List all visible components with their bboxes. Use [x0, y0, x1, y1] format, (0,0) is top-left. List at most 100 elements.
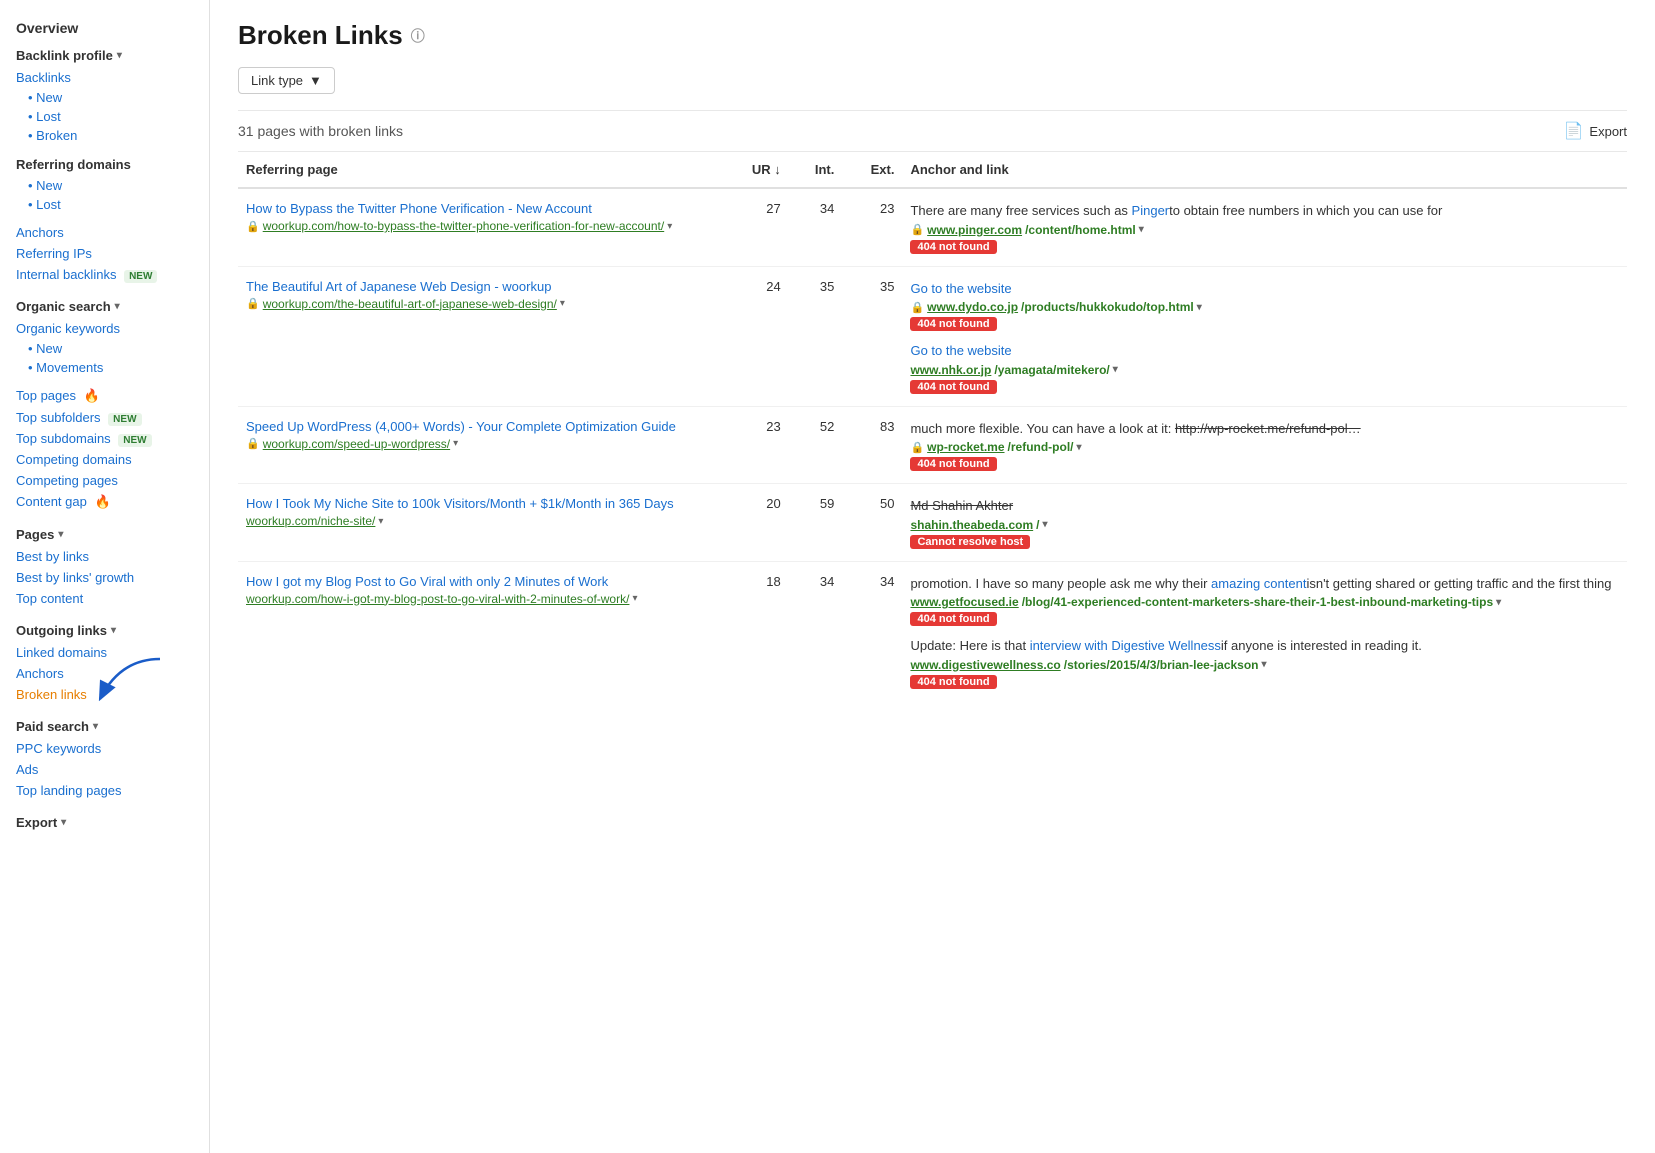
- int-value: 59: [789, 484, 843, 562]
- anchor-hyperlink[interactable]: interview with Digestive Wellness: [1030, 638, 1221, 653]
- anchor-link-cell: Go to the website🔒www.dydo.co.jp/product…: [902, 266, 1627, 406]
- url-dropdown-arrow[interactable]: ▾: [667, 221, 672, 232]
- url-dropdown-arrow[interactable]: ▾: [632, 593, 637, 604]
- broken-url-dropdown-arrow[interactable]: ▾: [1043, 519, 1048, 530]
- sidebar-item-best-by-links-growth[interactable]: Best by links' growth: [0, 567, 209, 588]
- anchor-link-cell: There are many free services such as Pin…: [902, 188, 1627, 266]
- ext-value: 34: [842, 561, 902, 701]
- referring-page-url-text[interactable]: woorkup.com/the-beautiful-art-of-japanes…: [263, 297, 557, 311]
- broken-url-domain[interactable]: wp-rocket.me: [927, 440, 1004, 454]
- error-badge: 404 not found: [910, 317, 996, 331]
- sidebar-item-internal-backlinks[interactable]: Internal backlinks NEW: [0, 264, 209, 285]
- error-badge: 404 not found: [910, 240, 996, 254]
- sidebar-item-content-gap[interactable]: Content gap 🔥: [0, 491, 209, 513]
- sidebar-item-broken-links[interactable]: Broken links: [0, 684, 209, 705]
- sidebar-item-outgoing-anchors[interactable]: Anchors: [0, 663, 209, 684]
- export-icon: 📄: [1564, 121, 1584, 141]
- sidebar-item-top-subfolders[interactable]: Top subfolders NEW: [0, 407, 209, 428]
- referring-page-url-text[interactable]: woorkup.com/how-i-got-my-blog-post-to-go…: [246, 592, 629, 606]
- filter-bar: Link type ▼: [238, 67, 1627, 94]
- broken-url-domain[interactable]: www.nhk.or.jp: [910, 363, 991, 377]
- sidebar-item-top-pages[interactable]: Top pages 🔥: [0, 385, 209, 407]
- table-row: Speed Up WordPress (4,000+ Words) - Your…: [238, 406, 1627, 484]
- sidebar-item-organic-keywords[interactable]: Organic keywords: [0, 318, 209, 339]
- broken-url-domain[interactable]: www.pinger.com: [927, 223, 1022, 237]
- sidebar-item-backlinks-broken[interactable]: Broken: [0, 126, 209, 145]
- broken-url-domain[interactable]: www.digestivewellness.co: [910, 658, 1060, 672]
- export-label: Export: [16, 815, 57, 830]
- sidebar-item-linked-domains[interactable]: Linked domains: [0, 642, 209, 663]
- int-value: 34: [789, 188, 843, 266]
- anchor-link-cell: Md Shahin Akhtershahin.theabeda.com/ ▾Ca…: [902, 484, 1627, 562]
- pages-label: Pages: [16, 527, 54, 542]
- anchor-hyperlink[interactable]: Go to the website: [910, 343, 1011, 358]
- referring-page-url-text[interactable]: woorkup.com/speed-up-wordpress/: [263, 437, 450, 451]
- broken-url-dropdown-arrow[interactable]: ▾: [1262, 659, 1267, 670]
- sidebar-item-organic-new[interactable]: New: [0, 339, 209, 358]
- extra-link-block: Update: Here is that interview with Dige…: [910, 636, 1619, 689]
- sidebar-overview: Overview: [0, 16, 209, 40]
- ur-value: 18: [721, 561, 789, 701]
- sidebar-item-referring-lost[interactable]: Lost: [0, 195, 209, 214]
- paid-search-arrow: ▾: [93, 721, 98, 732]
- sidebar-item-top-content[interactable]: Top content: [0, 588, 209, 609]
- referring-page-title[interactable]: How to Bypass the Twitter Phone Verifica…: [246, 201, 713, 216]
- referring-page-url-text[interactable]: woorkup.com/niche-site/: [246, 514, 375, 528]
- broken-url-line: www.nhk.or.jp/yamagata/mitekero/ ▾: [910, 363, 1619, 377]
- url-dropdown-arrow[interactable]: ▾: [453, 438, 458, 449]
- broken-url-lock-icon: 🔒: [910, 441, 924, 454]
- broken-url-domain[interactable]: shahin.theabeda.com: [910, 518, 1033, 532]
- sidebar-item-competing-pages[interactable]: Competing pages: [0, 470, 209, 491]
- sidebar-item-organic-movements[interactable]: Movements: [0, 358, 209, 377]
- sidebar-item-referring-ips[interactable]: Referring IPs: [0, 243, 209, 264]
- anchor-hyperlink[interactable]: Go to the website: [910, 281, 1011, 296]
- referring-page-title[interactable]: How I got my Blog Post to Go Viral with …: [246, 574, 713, 589]
- lock-icon: 🔒: [246, 297, 260, 310]
- table-row: How to Bypass the Twitter Phone Verifica…: [238, 188, 1627, 266]
- broken-url-path: /stories/2015/4/3/brian-lee-jackson: [1064, 658, 1259, 672]
- referring-page-title[interactable]: The Beautiful Art of Japanese Web Design…: [246, 279, 713, 294]
- top-pages-fire-icon: 🔥: [84, 388, 100, 403]
- organic-search-label: Organic search: [16, 299, 111, 314]
- sidebar-item-referring-new[interactable]: New: [0, 176, 209, 195]
- col-ur[interactable]: UR ↓: [721, 152, 789, 188]
- broken-url-dropdown-arrow[interactable]: ▾: [1197, 302, 1202, 313]
- url-dropdown-arrow[interactable]: ▾: [560, 298, 565, 309]
- url-dropdown-arrow[interactable]: ▾: [378, 516, 383, 527]
- paid-search-label: Paid search: [16, 719, 89, 734]
- export-button[interactable]: 📄 Export: [1564, 121, 1628, 141]
- sidebar-item-anchors[interactable]: Anchors: [0, 222, 209, 243]
- broken-url-dropdown-arrow[interactable]: ▾: [1139, 224, 1144, 235]
- broken-url-lock-icon: 🔒: [910, 301, 924, 314]
- sidebar-item-backlinks[interactable]: Backlinks: [0, 67, 209, 88]
- anchor-hyperlink[interactable]: Pinger: [1132, 203, 1170, 218]
- sidebar-item-top-subdomains[interactable]: Top subdomains NEW: [0, 428, 209, 449]
- sidebar-item-competing-domains[interactable]: Competing domains: [0, 449, 209, 470]
- sidebar-item-ads[interactable]: Ads: [0, 759, 209, 780]
- broken-links-table: Referring page UR ↓ Int. Ext. Anchor and…: [238, 152, 1627, 701]
- sidebar-item-backlinks-new[interactable]: New: [0, 88, 209, 107]
- sidebar-item-ppc-keywords[interactable]: PPC keywords: [0, 738, 209, 759]
- info-icon[interactable]: ⓘ: [411, 26, 425, 46]
- sidebar-item-best-by-links[interactable]: Best by links: [0, 546, 209, 567]
- overview-label[interactable]: Overview: [16, 20, 78, 36]
- broken-url-domain[interactable]: www.getfocused.ie: [910, 595, 1018, 609]
- page-title: Broken Links ⓘ: [238, 20, 1627, 51]
- referring-page-url: woorkup.com/niche-site/ ▾: [246, 514, 713, 528]
- anchor-hyperlink[interactable]: amazing content: [1211, 576, 1306, 591]
- sidebar-item-top-landing-pages[interactable]: Top landing pages: [0, 780, 209, 801]
- broken-url-dropdown-arrow[interactable]: ▾: [1077, 442, 1082, 453]
- referring-page-url-text[interactable]: woorkup.com/how-to-bypass-the-twitter-ph…: [263, 219, 665, 233]
- link-type-filter[interactable]: Link type ▼: [238, 67, 335, 94]
- error-badge: 404 not found: [910, 457, 996, 471]
- broken-url-domain[interactable]: www.dydo.co.jp: [927, 300, 1018, 314]
- referring-page-title[interactable]: Speed Up WordPress (4,000+ Words) - Your…: [246, 419, 713, 434]
- sidebar-item-backlinks-lost[interactable]: Lost: [0, 107, 209, 126]
- broken-url-dropdown-arrow[interactable]: ▾: [1113, 364, 1118, 375]
- paid-search-header: Paid search ▾: [0, 711, 209, 738]
- lock-icon: 🔒: [246, 437, 260, 450]
- referring-domains-header: Referring domains: [0, 149, 209, 176]
- broken-url-dropdown-arrow[interactable]: ▾: [1496, 597, 1501, 608]
- anchor-link-cell: much more flexible. You can have a look …: [902, 406, 1627, 484]
- referring-page-title[interactable]: How I Took My Niche Site to 100k Visitor…: [246, 496, 713, 511]
